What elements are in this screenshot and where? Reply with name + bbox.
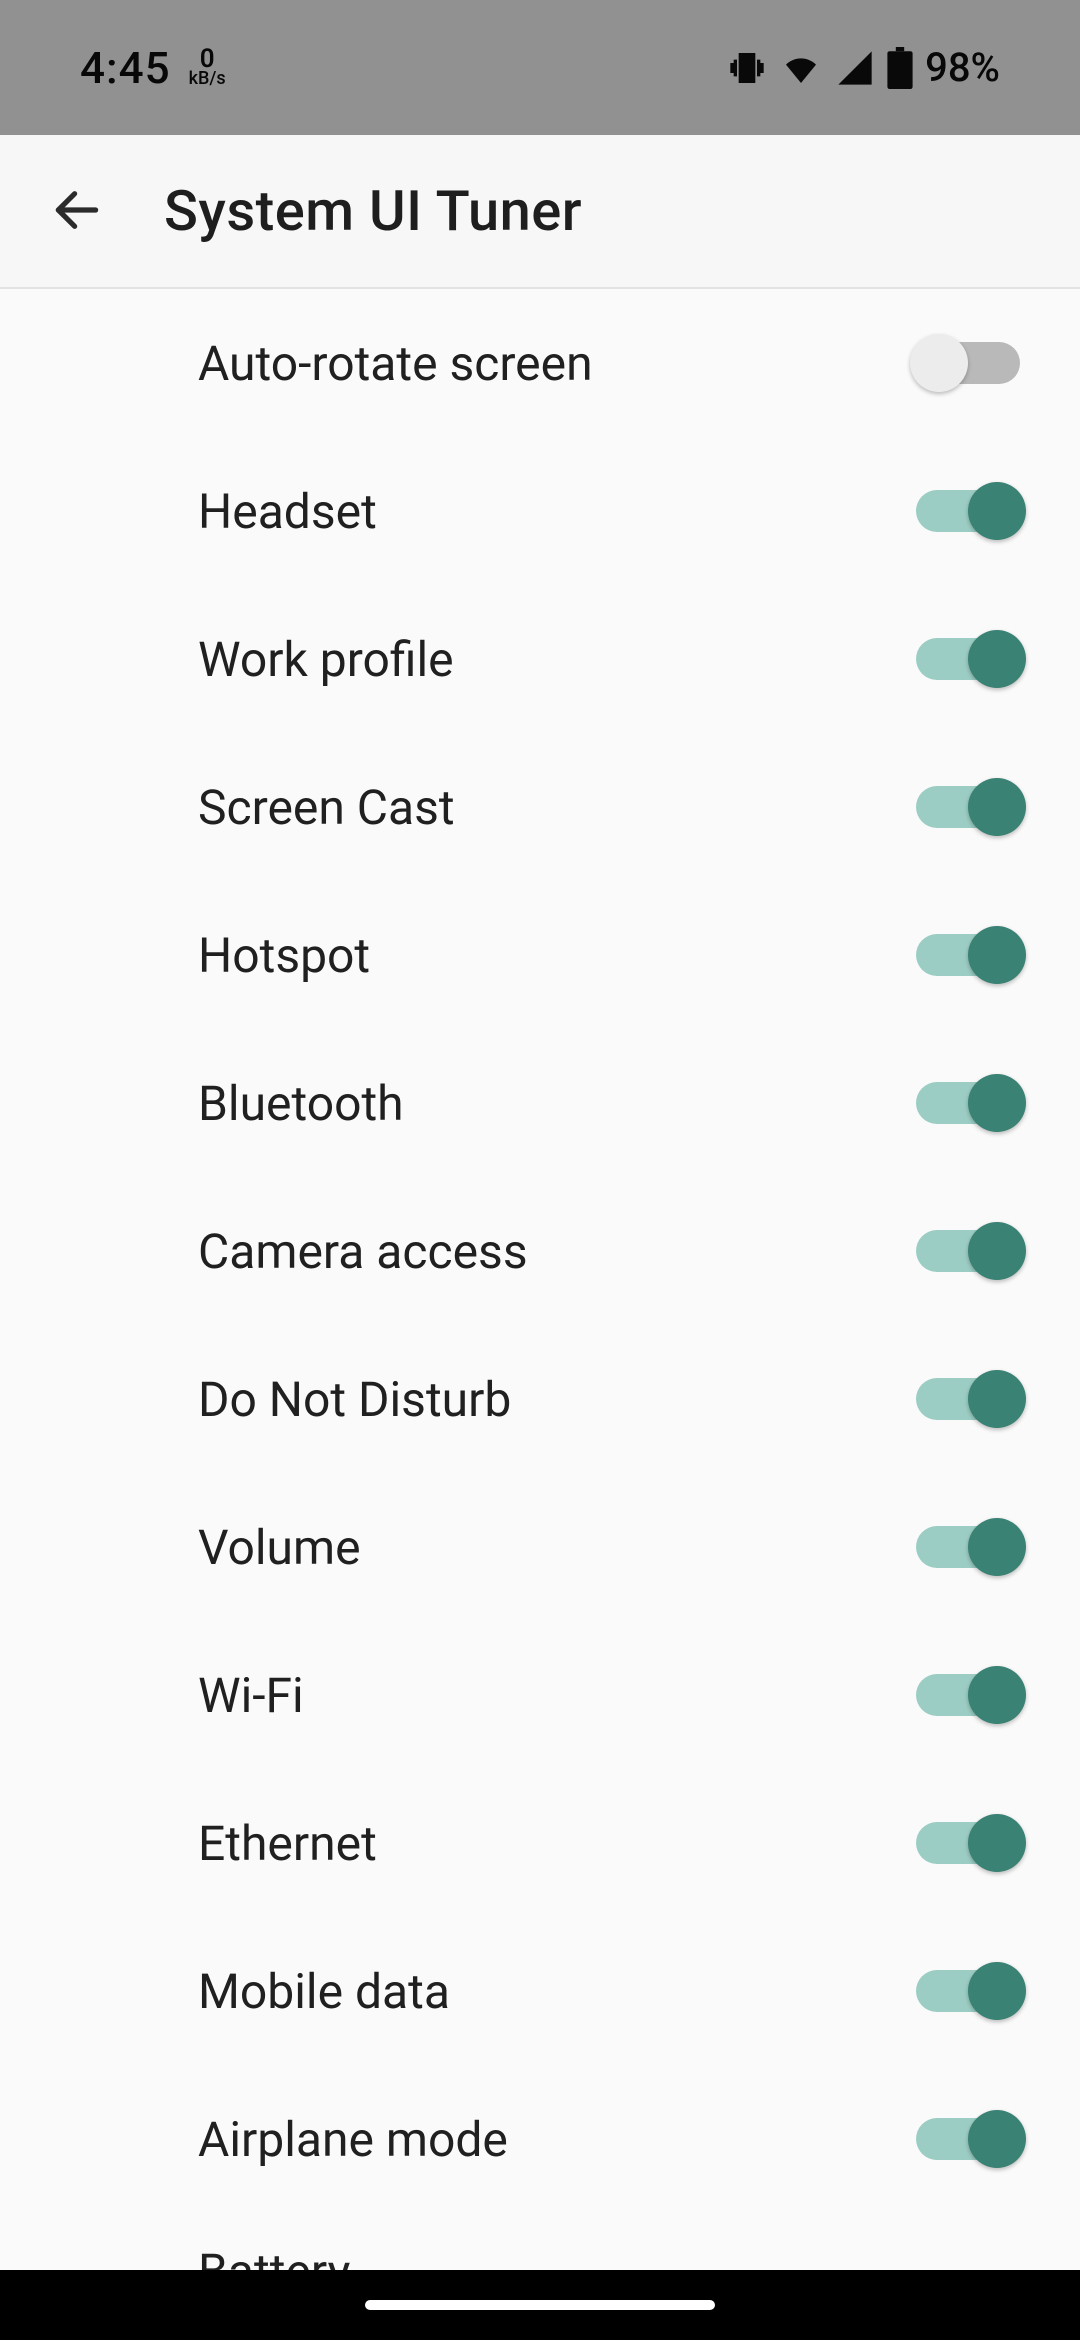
settings-row[interactable]: Wi-Fi	[0, 1621, 1080, 1769]
settings-row[interactable]: Work profile	[0, 585, 1080, 733]
settings-row-label: Airplane mode	[198, 2111, 508, 2168]
settings-row-label: Mobile data	[198, 1963, 450, 2020]
toggle-thumb	[968, 1666, 1026, 1724]
settings-row[interactable]: Airplane mode	[0, 2065, 1080, 2213]
toggle-switch[interactable]	[916, 1230, 1020, 1272]
toggle-switch[interactable]	[916, 934, 1020, 976]
toggle-thumb	[968, 926, 1026, 984]
toggle-switch[interactable]	[916, 638, 1020, 680]
settings-row[interactable]: Camera access	[0, 1177, 1080, 1325]
app-bar: System UI Tuner	[0, 135, 1080, 289]
toggle-thumb	[968, 2110, 1026, 2168]
settings-row[interactable]: Battery	[0, 2213, 1080, 2273]
toggle-switch[interactable]	[916, 1082, 1020, 1124]
navigation-bar	[0, 2270, 1080, 2340]
toggle-thumb	[968, 1074, 1026, 1132]
settings-row-label: Headset	[198, 483, 377, 540]
toggle-switch[interactable]	[916, 1970, 1020, 2012]
toggle-switch[interactable]	[916, 786, 1020, 828]
settings-row[interactable]: Mobile data	[0, 1917, 1080, 2065]
settings-row-label: Volume	[198, 1519, 361, 1576]
settings-row-label: Hotspot	[198, 927, 370, 984]
settings-row[interactable]: Ethernet	[0, 1769, 1080, 1917]
back-button[interactable]	[32, 166, 122, 256]
screen: 4:45 0 kB/s 98%	[0, 0, 1080, 2340]
toggle-thumb	[968, 1222, 1026, 1280]
page-title: System UI Tuner	[164, 178, 582, 244]
settings-row-label: Camera access	[198, 1223, 528, 1280]
toggle-switch[interactable]	[916, 1526, 1020, 1568]
toggle-switch[interactable]	[916, 1378, 1020, 1420]
toggle-switch[interactable]	[916, 2118, 1020, 2160]
settings-row[interactable]: Headset	[0, 437, 1080, 585]
toggle-thumb	[968, 778, 1026, 836]
settings-row-label: Work profile	[198, 631, 454, 688]
settings-row-label: Battery	[198, 2243, 350, 2273]
settings-row-label: Screen Cast	[198, 779, 455, 836]
settings-row-label: Do Not Disturb	[198, 1371, 511, 1428]
toggle-switch[interactable]	[916, 1674, 1020, 1716]
settings-row[interactable]: Screen Cast	[0, 733, 1080, 881]
toggle-thumb	[968, 1518, 1026, 1576]
toggle-switch[interactable]	[916, 342, 1020, 384]
settings-row-label: Wi-Fi	[198, 1667, 304, 1724]
settings-row[interactable]: Do Not Disturb	[0, 1325, 1080, 1473]
settings-row-label: Ethernet	[198, 1815, 377, 1872]
gesture-handle[interactable]	[365, 2300, 715, 2310]
settings-row[interactable]: Volume	[0, 1473, 1080, 1621]
toggle-thumb	[968, 630, 1026, 688]
toggle-thumb	[968, 1814, 1026, 1872]
settings-row-label: Auto-rotate screen	[198, 335, 593, 392]
toggle-switch[interactable]	[916, 490, 1020, 532]
arrow-left-icon	[49, 182, 105, 241]
settings-list[interactable]: Auto-rotate screen Headset Work profile Scr…	[0, 289, 1080, 2273]
settings-row[interactable]: Hotspot	[0, 881, 1080, 1029]
toggle-thumb	[968, 1962, 1026, 2020]
toggle-thumb	[968, 482, 1026, 540]
settings-row[interactable]: Auto-rotate screen	[0, 289, 1080, 437]
toggle-thumb	[968, 1370, 1026, 1428]
status-bar: 4:45 0 kB/s 98%	[0, 0, 1080, 135]
settings-row-label: Bluetooth	[198, 1075, 404, 1132]
toggle-thumb	[910, 334, 968, 392]
toggle-switch[interactable]	[916, 1822, 1020, 1864]
settings-row[interactable]: Bluetooth	[0, 1029, 1080, 1177]
